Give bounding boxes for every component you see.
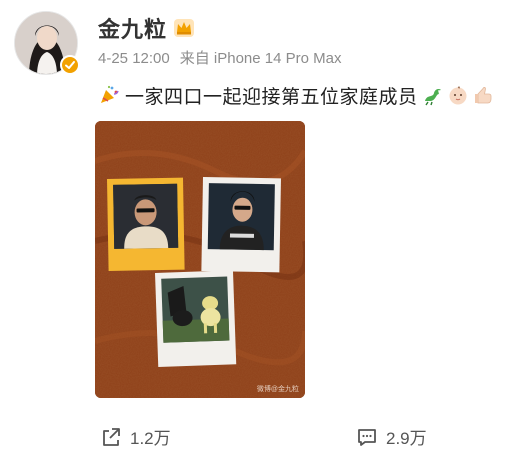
username-row: 金九粒 [98, 14, 195, 42]
username[interactable]: 金九粒 [98, 12, 167, 44]
party-popper-icon [98, 84, 120, 106]
dragon-icon [422, 84, 444, 106]
thumb-icon [472, 84, 494, 106]
share-button[interactable]: 1.2万 [100, 424, 171, 449]
baby-icon [447, 84, 469, 106]
polaroid-photo [95, 121, 305, 398]
verified-badge-icon [60, 55, 80, 75]
post-time: 4-25 12:00 [98, 50, 170, 67]
photo-watermark: 微博@金九粒 [256, 386, 299, 393]
comment-count: 2.9万 [386, 429, 427, 448]
comment-icon [358, 428, 376, 446]
crown-icon[interactable] [173, 18, 195, 38]
avatar-container[interactable] [14, 11, 80, 75]
post-body: 一家四口一起迎接第五位家庭成员 [125, 86, 418, 108]
post-source[interactable]: 来自 iPhone 14 Pro Max [180, 50, 342, 67]
post-photo[interactable]: 微博@金九粒 [95, 121, 305, 398]
comment-button[interactable]: 2.9万 [356, 424, 427, 449]
post-meta: 4-25 12:00 来自 iPhone 14 Pro Max [98, 47, 351, 68]
post-text: 一家四口一起迎接第五位家庭成员 [98, 82, 497, 108]
share-icon [103, 427, 120, 446]
share-count: 1.2万 [130, 429, 171, 448]
